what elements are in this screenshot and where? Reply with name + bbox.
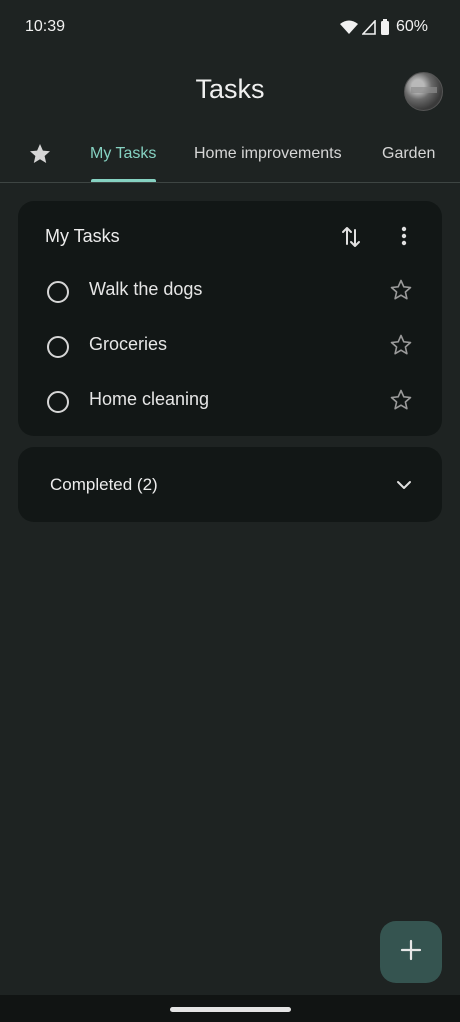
task-list-card: My Tasks Walk the dogs Groceries Home cl…	[18, 201, 442, 436]
navigation-bar	[0, 995, 460, 1022]
star-outline-icon[interactable]	[389, 388, 413, 417]
add-task-button[interactable]	[380, 921, 442, 983]
task-label[interactable]: Home cleaning	[89, 389, 209, 410]
cellular-icon	[361, 19, 376, 35]
task-checkbox[interactable]	[47, 281, 69, 303]
task-label[interactable]: Walk the dogs	[89, 279, 202, 300]
sort-icon[interactable]	[340, 224, 362, 255]
status-bar: 10:39 60%	[0, 0, 460, 56]
battery-icon	[380, 19, 390, 35]
completed-label[interactable]: Completed (2)	[50, 475, 158, 495]
tab-my-tasks[interactable]: My Tasks	[90, 145, 156, 163]
status-icons: 60%	[339, 18, 428, 36]
battery-percent: 60%	[395, 18, 428, 35]
list-title: My Tasks	[45, 226, 120, 246]
tab-home-improvements[interactable]: Home improvements	[194, 145, 342, 163]
task-checkbox[interactable]	[47, 336, 69, 358]
task-label[interactable]: Groceries	[89, 334, 167, 355]
wifi-icon	[339, 20, 358, 35]
tab-garden[interactable]: Garden	[382, 145, 435, 163]
more-vert-icon[interactable]	[401, 226, 407, 251]
status-time: 10:39	[25, 18, 66, 35]
plus-icon	[400, 939, 422, 966]
starred-tab-star-icon[interactable]	[28, 142, 52, 171]
avatar[interactable]	[404, 72, 443, 111]
task-checkbox[interactable]	[47, 391, 69, 413]
active-tab-indicator	[91, 179, 156, 182]
task-row[interactable]: Walk the dogs	[18, 264, 442, 319]
chevron-down-icon[interactable]	[396, 477, 412, 495]
tab-bar: My Tasks Home improvements Garden	[0, 132, 460, 183]
star-outline-icon[interactable]	[389, 278, 413, 307]
completed-section[interactable]: Completed (2)	[18, 447, 442, 522]
home-gesture-handle[interactable]	[170, 1007, 291, 1012]
star-outline-icon[interactable]	[389, 333, 413, 362]
page-title: Tasks	[195, 74, 265, 104]
task-row[interactable]: Home cleaning	[18, 374, 442, 429]
task-row[interactable]: Groceries	[18, 319, 442, 374]
